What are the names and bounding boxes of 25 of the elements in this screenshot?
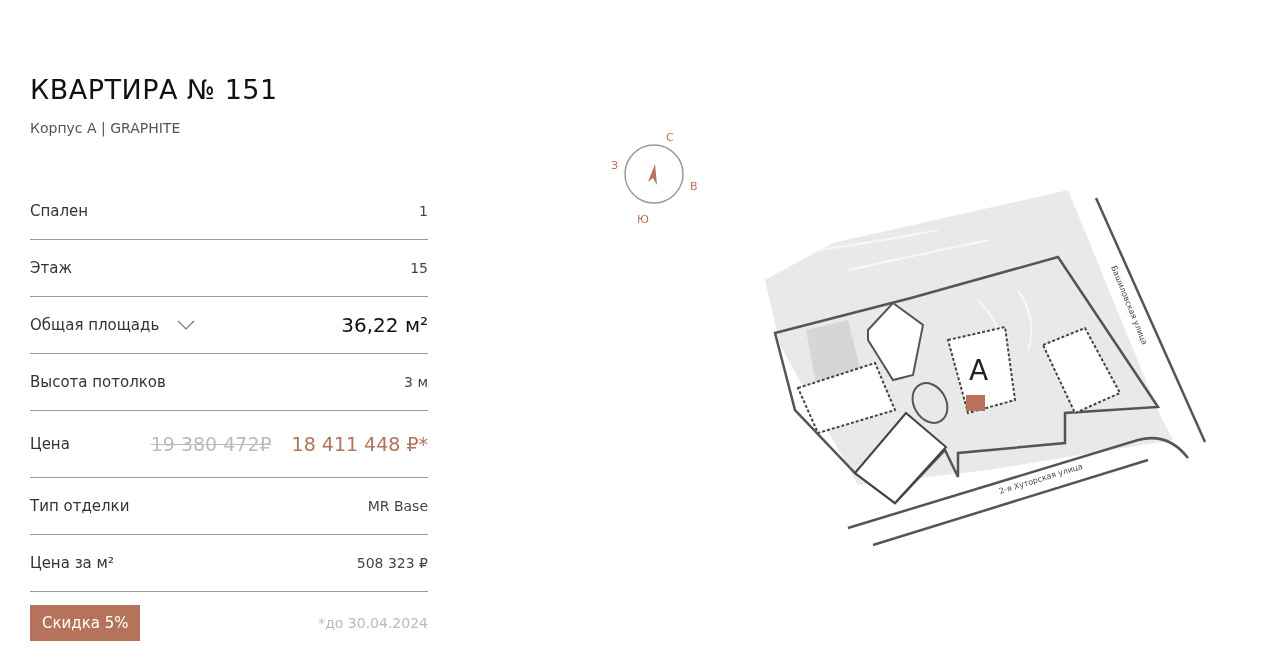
spec-label: Высота потолков xyxy=(30,373,166,391)
spec-value: 3 м xyxy=(404,374,428,390)
discount-price: 18 411 448 ₽* xyxy=(291,433,428,455)
spec-value: 508 323 ₽ xyxy=(356,555,428,571)
compass-label: Ю xyxy=(637,213,649,226)
spec-value: MR Base xyxy=(367,498,428,514)
compass-label: С xyxy=(666,131,674,144)
spec-label: Общая площадь xyxy=(30,316,160,334)
apartment-title: КВАРТИРА № 151 xyxy=(30,73,279,107)
building-label: А xyxy=(969,354,989,387)
old-price: 19 380 472₽ xyxy=(150,433,272,455)
area-value: 36,22 м² xyxy=(341,313,428,337)
discount-note: *до 30.04.2024 xyxy=(318,615,428,631)
spec-value: 15 xyxy=(410,260,428,276)
compass-label: З xyxy=(611,159,619,172)
spec-label: Тип отделки xyxy=(30,497,130,515)
building-subtitle: Корпус А | GRAPHITE xyxy=(30,120,182,136)
spec-value: 1 xyxy=(419,203,428,219)
spec-label: Этаж xyxy=(30,259,72,277)
spec-label: Цена xyxy=(30,435,70,453)
spec-label: Цена за м² xyxy=(30,554,114,572)
spec-label: Спален xyxy=(30,202,89,220)
discount-badge: Скидка 5% xyxy=(30,605,141,641)
compass-label: В xyxy=(690,180,698,193)
compass-icon xyxy=(624,144,684,204)
